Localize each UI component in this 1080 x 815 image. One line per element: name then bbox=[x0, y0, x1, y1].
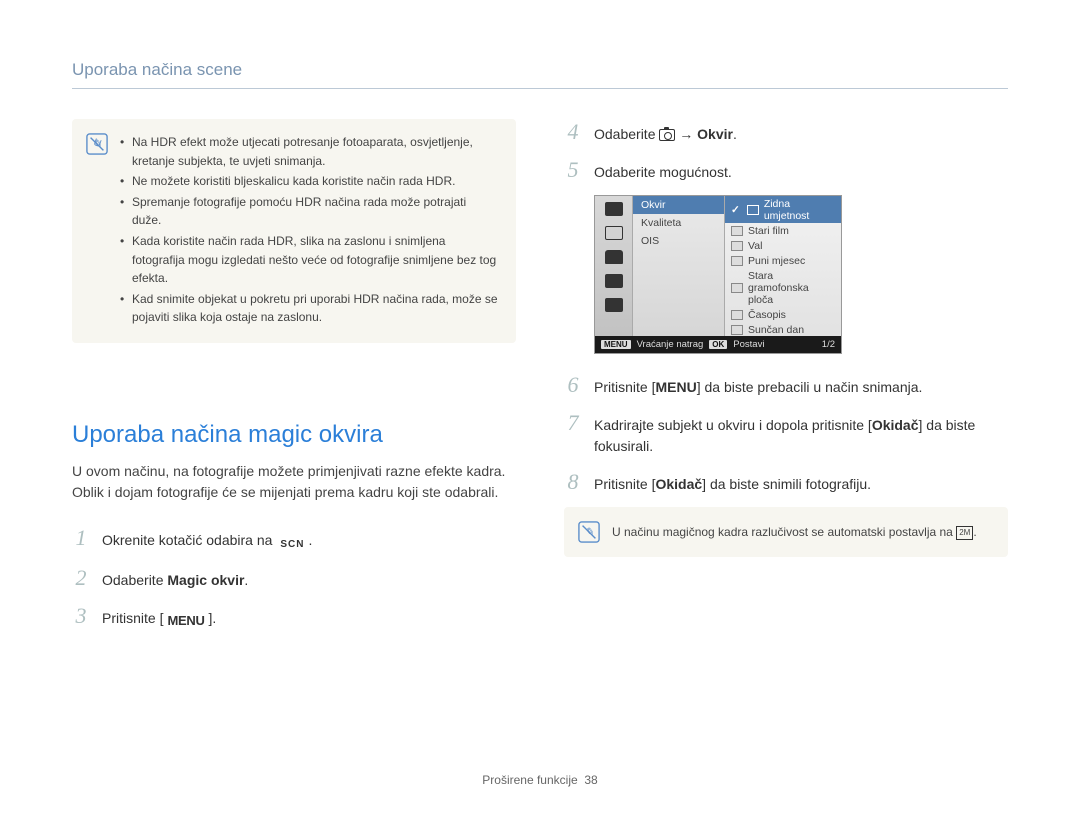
menu-option: Sunčan dan bbox=[725, 322, 841, 337]
menu-item-ois: OIS bbox=[633, 232, 724, 250]
section-intro: U ovom načinu, na fotografije možete pri… bbox=[72, 461, 516, 503]
camera-menu-screenshot: Okvir Kvaliteta OIS ✓Zidna umjetnost Sta… bbox=[594, 195, 842, 354]
menu-label-icon: MENU bbox=[601, 340, 631, 349]
note-icon: ✎ bbox=[86, 133, 108, 155]
step-number: 2 bbox=[72, 565, 90, 591]
shooting-tab-icon bbox=[605, 202, 623, 216]
step-8-pre: Pritisnite [ bbox=[594, 476, 655, 492]
step-1-pre: Okrenite kotačić odabira na bbox=[102, 532, 276, 548]
resolution-icon: 2M bbox=[956, 526, 973, 540]
step-3: 3 Pritisnite [MENU]. bbox=[72, 603, 516, 629]
note-item: Spremanje fotografije pomoću HDR načina … bbox=[120, 193, 498, 230]
option-thumb-icon bbox=[731, 310, 743, 320]
step-6-pre: Pritisnite [ bbox=[594, 379, 655, 395]
step-7-pre: Kadrirajte subjekt u okviru i dopola pri… bbox=[594, 417, 872, 433]
step-6: 6 Pritisnite [MENU] da biste prebacili u… bbox=[564, 372, 1008, 398]
option-thumb-icon bbox=[731, 241, 743, 251]
menu-category-list: Okvir Kvaliteta OIS bbox=[633, 196, 725, 336]
hdr-note-list: Na HDR efekt može utjecati potresanje fo… bbox=[120, 133, 498, 329]
note2-pre: U načinu magičnog kadra razlučivost se a… bbox=[612, 525, 956, 539]
menu-item-okvir: Okvir bbox=[633, 196, 724, 214]
ok-label-icon: OK bbox=[709, 340, 727, 349]
note-item: Ne možete koristiti bljeskalicu kada kor… bbox=[120, 172, 498, 191]
check-icon: ✓ bbox=[731, 204, 740, 216]
step-4-bold: Okvir bbox=[697, 126, 733, 142]
sound-tab-icon bbox=[605, 274, 623, 288]
step-number: 8 bbox=[564, 469, 582, 495]
scn-mode-icon: SCN bbox=[276, 538, 308, 553]
menu-footer: MENU Vraćanje natrag OK Postavi 1/2 bbox=[595, 336, 841, 353]
hdr-note-box: ✎ Na HDR efekt može utjecati potresanje … bbox=[72, 119, 516, 343]
step-number: 5 bbox=[564, 157, 582, 183]
step-1-post: . bbox=[308, 532, 312, 548]
step-8: 8 Pritisnite [Okidač] da biste snimili f… bbox=[564, 469, 1008, 495]
menu-option: Puni mjesec bbox=[725, 253, 841, 268]
option-thumb-icon bbox=[731, 226, 743, 236]
step-3-pre: Pritisnite [ bbox=[102, 610, 163, 626]
menu-option: ✓Zidna umjetnost bbox=[725, 196, 841, 223]
video-tab-icon bbox=[605, 250, 623, 264]
svg-text:✎: ✎ bbox=[584, 527, 593, 539]
menu-option: Stara gramofonska ploča bbox=[725, 268, 841, 307]
step-2-post: . bbox=[244, 572, 248, 588]
note-item: Kad snimite objekat u pokretu pri uporab… bbox=[120, 290, 498, 327]
step-number: 6 bbox=[564, 372, 582, 398]
resolution-note-box: ✎ U načinu magičnog kadra razlučivost se… bbox=[564, 507, 1008, 557]
step-7: 7 Kadrirajte subjekt u okviru i dopola p… bbox=[564, 410, 1008, 457]
menu-item-kvaliteta: Kvaliteta bbox=[633, 214, 724, 232]
camera-tab-icon bbox=[605, 226, 623, 240]
step-number: 7 bbox=[564, 410, 582, 436]
note-icon: ✎ bbox=[578, 521, 600, 543]
step-8-post: ] da biste snimili fotografiju. bbox=[702, 476, 871, 492]
option-thumb-icon bbox=[731, 325, 743, 335]
menu-option: Val bbox=[725, 238, 841, 253]
step-number: 4 bbox=[564, 119, 582, 145]
menu-button-icon: MENU bbox=[163, 614, 208, 629]
step-4-arrow: → bbox=[675, 126, 697, 142]
step-2: 2 Odaberite Magic okvir. bbox=[72, 565, 516, 591]
menu-page-indicator: 1/2 bbox=[822, 339, 835, 350]
option-thumb-icon bbox=[747, 205, 759, 215]
step-8-bold: Okidač bbox=[655, 476, 702, 492]
menu-button-icon: MENU bbox=[655, 379, 696, 395]
camera-icon bbox=[659, 129, 675, 141]
step-4-post: . bbox=[733, 126, 737, 142]
menu-options-list: ✓Zidna umjetnost Stari film Val Puni mje… bbox=[725, 196, 841, 336]
step-number: 3 bbox=[72, 603, 90, 629]
step-1: 1 Okrenite kotačić odabira na SCN. bbox=[72, 525, 516, 553]
menu-option: Stari film bbox=[725, 223, 841, 238]
step-5: 5 Odaberite mogućnost. bbox=[564, 157, 1008, 183]
note-item: Na HDR efekt može utjecati potresanje fo… bbox=[120, 133, 498, 170]
footer-section: Proširene funkcije bbox=[482, 773, 577, 787]
step-7-bold: Okidač bbox=[872, 417, 919, 433]
step-4-pre: Odaberite bbox=[594, 126, 659, 142]
step-2-bold: Magic okvir bbox=[167, 572, 244, 588]
menu-option: Časopis bbox=[725, 307, 841, 322]
step-6-post: ] da biste prebacili u način snimanja. bbox=[697, 379, 923, 395]
option-thumb-icon bbox=[731, 256, 743, 266]
step-number: 1 bbox=[72, 525, 90, 551]
menu-set-label: Postavi bbox=[733, 339, 764, 350]
menu-back-label: Vraćanje natrag bbox=[637, 339, 704, 350]
step-2-pre: Odaberite bbox=[102, 572, 167, 588]
page-header: Uporaba načina scene bbox=[72, 60, 1008, 80]
display-tab-icon bbox=[605, 298, 623, 312]
section-title: Uporaba načina magic okvira bbox=[72, 421, 516, 449]
menu-sidebar bbox=[595, 196, 633, 336]
note2-post: . bbox=[973, 525, 976, 539]
note-item: Kada koristite način rada HDR, slika na … bbox=[120, 232, 498, 288]
option-thumb-icon bbox=[731, 283, 743, 293]
footer-page-number: 38 bbox=[584, 773, 597, 787]
header-rule bbox=[72, 88, 1008, 89]
svg-text:✎: ✎ bbox=[92, 139, 101, 151]
step-3-post: ]. bbox=[209, 610, 217, 626]
step-4: 4 Odaberite → Okvir. bbox=[564, 119, 1008, 145]
step-5-text: Odaberite mogućnost. bbox=[594, 162, 732, 183]
page-footer: Proširene funkcije 38 bbox=[0, 773, 1080, 787]
